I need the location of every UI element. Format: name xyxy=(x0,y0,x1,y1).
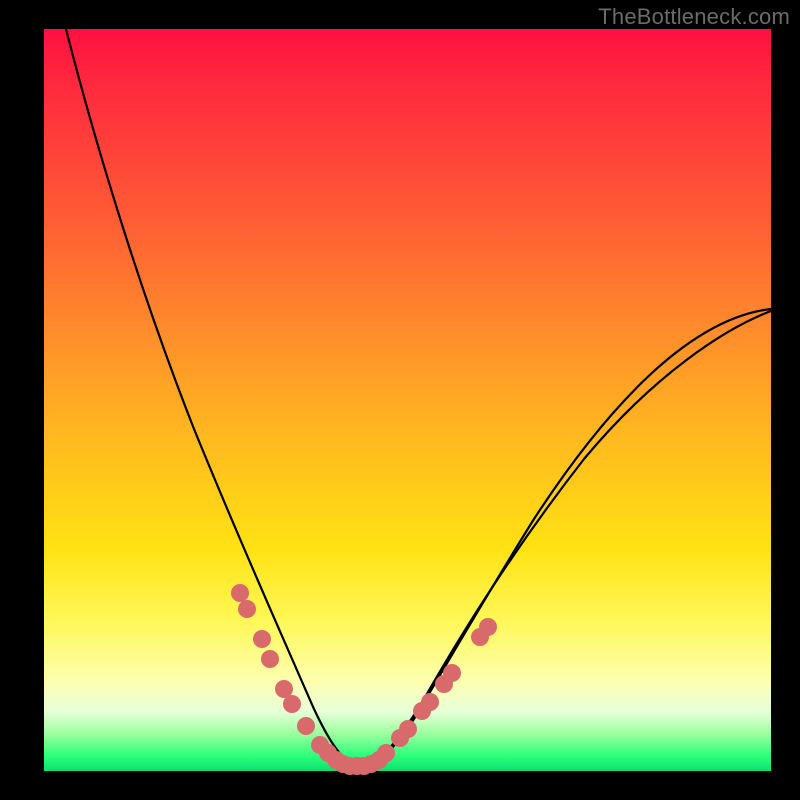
marker-dot xyxy=(377,744,395,762)
marker-dot xyxy=(283,695,301,713)
marker-dot xyxy=(399,720,417,738)
marker-dot xyxy=(443,664,461,682)
bottleneck-curve xyxy=(66,29,771,766)
marker-dot xyxy=(297,717,315,735)
watermark-text: TheBottleneck.com xyxy=(598,4,790,30)
curve-svg xyxy=(44,29,771,771)
marker-dot xyxy=(261,650,279,668)
marker-dot xyxy=(421,693,439,711)
plot-area xyxy=(44,29,771,771)
chart-frame: TheBottleneck.com xyxy=(0,0,800,800)
marker-dot xyxy=(479,618,497,636)
marker-dot xyxy=(253,630,271,648)
bottleneck-curve-right xyxy=(356,311,771,765)
marker-dot xyxy=(238,600,256,618)
marker-dot xyxy=(231,584,249,602)
